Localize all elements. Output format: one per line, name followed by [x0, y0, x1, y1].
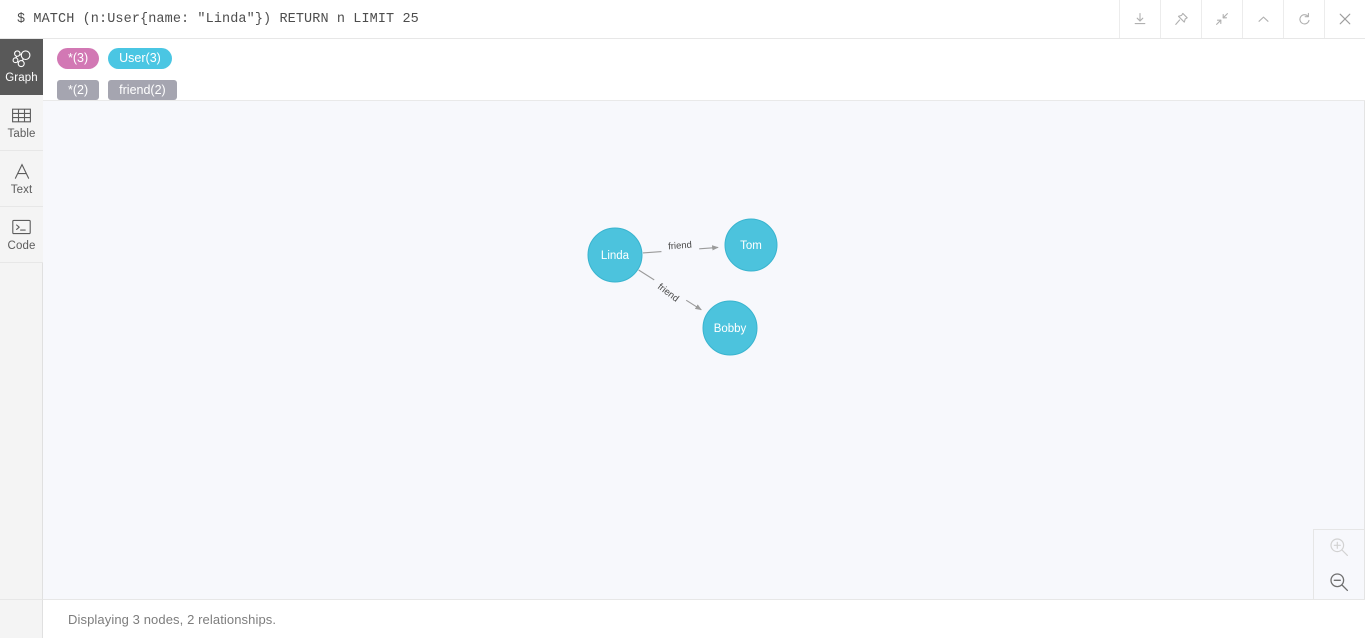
- sidebar-item-code-label: Code: [7, 240, 36, 252]
- pin-button[interactable]: [1160, 0, 1201, 38]
- legend-panel: *(3) User(3) *(2) friend(2): [43, 39, 1365, 101]
- graph-node-tom[interactable]: [724, 218, 778, 272]
- graph-node-bobby[interactable]: [702, 300, 758, 356]
- graph-icon: [11, 48, 33, 70]
- query-header: $ MATCH (n:User{name: "Linda"}) RETURN n…: [0, 0, 1365, 39]
- node-legend-row: *(3) User(3): [57, 46, 1365, 70]
- minimize-button[interactable]: [1242, 0, 1283, 38]
- chevron-up-icon: [1255, 11, 1272, 28]
- sidebar-footer: [0, 599, 43, 638]
- sidebar-item-table[interactable]: Table: [0, 95, 43, 151]
- download-icon: [1132, 11, 1148, 27]
- node-chip-user[interactable]: User(3): [108, 47, 172, 69]
- shrink-icon: [1214, 11, 1230, 27]
- relationship-label-halo: [649, 276, 687, 310]
- view-sidebar: Graph Table Text Code: [0, 39, 43, 599]
- graph-svg: friendfriend LindaTomBobby: [587, 218, 778, 356]
- header-actions: [1119, 0, 1365, 38]
- close-button[interactable]: [1324, 0, 1365, 38]
- relationship-legend-row: *(2) friend(2): [57, 78, 1365, 102]
- zoom-out-icon: [1327, 570, 1351, 594]
- sidebar-item-text[interactable]: Text: [0, 151, 43, 207]
- sidebar-item-table-label: Table: [7, 128, 36, 140]
- status-message: Displaying 3 nodes, 2 relationships.: [68, 611, 277, 627]
- table-icon: [11, 104, 32, 126]
- shrink-button[interactable]: [1201, 0, 1242, 38]
- zoom-in-button[interactable]: [1314, 530, 1364, 565]
- query-text: $ MATCH (n:User{name: "Linda"}) RETURN n…: [17, 11, 419, 27]
- refresh-icon: [1296, 11, 1313, 28]
- code-icon: [11, 216, 32, 238]
- zoom-in-icon: [1327, 535, 1351, 559]
- sidebar-item-graph-label: Graph: [5, 72, 38, 84]
- rel-chip-all[interactable]: *(2): [57, 80, 100, 100]
- status-bar: Displaying 3 nodes, 2 relationships.: [43, 599, 1365, 638]
- sidebar-item-graph[interactable]: Graph: [0, 39, 43, 95]
- node-chip-all[interactable]: *(3): [57, 47, 100, 69]
- rel-chip-friend[interactable]: friend(2): [108, 80, 177, 100]
- pin-icon: [1173, 11, 1190, 28]
- result-frame: $ MATCH (n:User{name: "Linda"}) RETURN n…: [0, 0, 1365, 638]
- graph-canvas[interactable]: friend friend Linda Tom Bobby: [43, 101, 1365, 599]
- sidebar-item-text-label: Text: [10, 184, 33, 196]
- nodes-layer: LindaTomBobby: [587, 218, 778, 356]
- close-icon: [1336, 10, 1354, 28]
- zoom-out-button[interactable]: [1314, 565, 1364, 600]
- zoom-controls: [1313, 529, 1364, 599]
- download-button[interactable]: [1119, 0, 1160, 38]
- text-icon: [12, 160, 32, 182]
- sidebar-item-code[interactable]: Code: [0, 207, 43, 263]
- edge-labels-layer: friendfriend: [649, 238, 700, 310]
- relationship-label-halo: [660, 238, 700, 254]
- refresh-button[interactable]: [1283, 0, 1324, 38]
- graph-node-linda[interactable]: [587, 227, 643, 283]
